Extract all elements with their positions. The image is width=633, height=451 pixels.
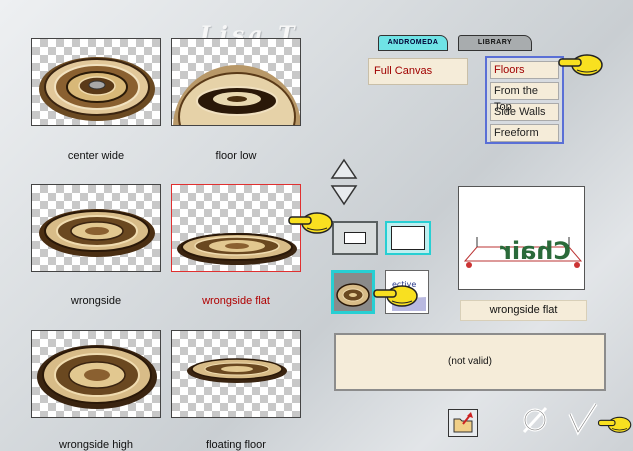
thumbnail-caption: floating floor xyxy=(206,439,266,451)
pointing-hand-icon xyxy=(373,285,418,307)
cancel-icon xyxy=(522,406,548,434)
texture-disc-button[interactable] xyxy=(331,270,375,314)
mode-small-frame-button[interactable] xyxy=(332,221,378,255)
thumbnail-wrongside[interactable] xyxy=(31,184,161,272)
scroll-up-button[interactable] xyxy=(330,158,358,180)
preview-image: Chair xyxy=(458,186,585,290)
thumbnail-center-wide[interactable] xyxy=(31,38,161,126)
disc-graphic xyxy=(37,345,157,409)
preview-render: Chair xyxy=(463,237,583,268)
disc-graphic xyxy=(173,65,300,125)
thumbnail-floor-low[interactable] xyxy=(171,38,301,126)
floor-option-freeform[interactable]: Freeform xyxy=(490,124,559,142)
frame-small-icon xyxy=(344,232,366,244)
thumbnail-caption: wrongside high xyxy=(59,439,133,451)
tab-library[interactable]: LIBRARY xyxy=(458,35,532,51)
pointing-hand-icon xyxy=(288,212,333,234)
status-message-box: (not valid) xyxy=(334,333,606,391)
cancel-button[interactable] xyxy=(520,402,550,444)
mode-large-frame-button[interactable] xyxy=(385,221,431,255)
scroll-down-button[interactable] xyxy=(330,184,358,206)
disc-graphic xyxy=(39,209,155,257)
open-file-button[interactable] xyxy=(448,409,478,437)
frame-large-icon xyxy=(391,226,425,250)
disc-texture-icon xyxy=(336,283,370,307)
canvas-option-field[interactable]: Full Canvas xyxy=(368,58,468,85)
pointing-hand-icon xyxy=(558,54,603,76)
ok-button[interactable] xyxy=(566,400,600,444)
thumbnail-floating-floor[interactable] xyxy=(171,330,301,418)
tab-andromeda[interactable]: ANDROMEDA xyxy=(378,35,448,51)
pointing-hand-icon xyxy=(597,416,632,433)
disc-graphic xyxy=(39,57,155,121)
thumbnail-caption-selected: wrongside flat xyxy=(202,295,270,307)
thumbnail-caption: center wide xyxy=(67,150,125,162)
chevron-down-icon xyxy=(330,185,358,206)
folder-icon xyxy=(453,412,473,433)
thumbnail-wrongside-high[interactable] xyxy=(31,330,161,418)
floor-option-from-the-top[interactable]: From the Top xyxy=(490,82,559,113)
mirrored-text: Chair xyxy=(500,237,571,265)
disc-graphic xyxy=(177,233,297,265)
thumbnail-caption: wrongside xyxy=(70,295,122,307)
check-icon xyxy=(568,403,598,436)
disc-graphic xyxy=(187,358,287,383)
floor-options-list: Floors From the Top Side Walls Freeform xyxy=(485,56,564,144)
floor-option-side-walls[interactable]: Side Walls xyxy=(490,103,559,121)
preview-label: wrongside flat xyxy=(460,300,587,321)
chevron-up-icon xyxy=(330,158,358,179)
thumbnail-wrongside-flat[interactable] xyxy=(171,184,301,272)
thumbnail-caption: floor low xyxy=(215,150,257,162)
floor-option-floors[interactable]: Floors xyxy=(490,61,559,79)
